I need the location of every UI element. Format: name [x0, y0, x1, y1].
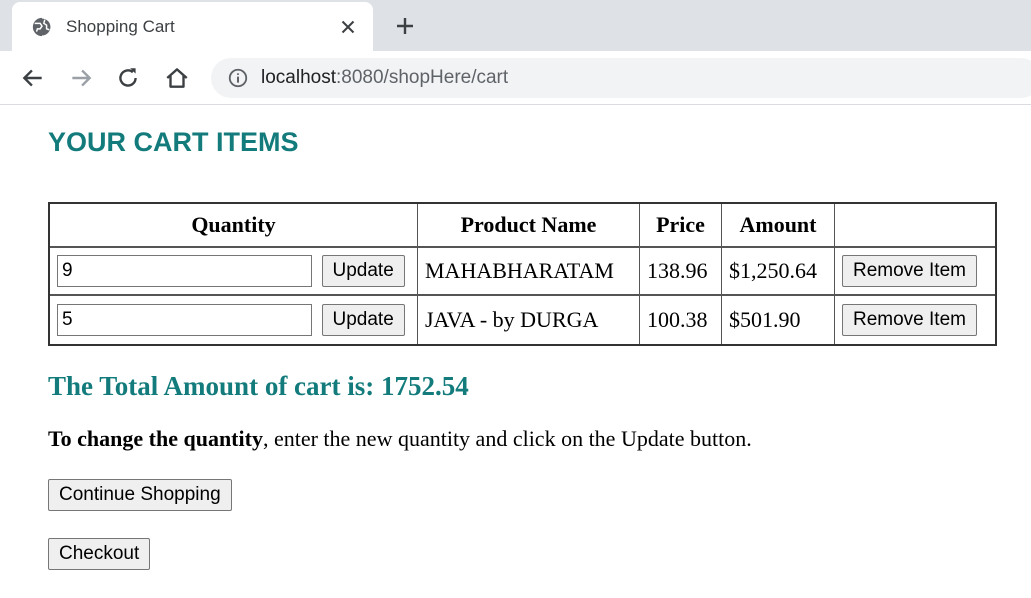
page-title: YOUR CART ITEMS [48, 127, 299, 157]
table-header-row: Quantity Product Name Price Amount [50, 204, 995, 248]
plus-icon[interactable] [393, 14, 417, 38]
close-icon[interactable] [337, 16, 359, 38]
forward-arrow-icon[interactable] [68, 65, 94, 91]
instruction-bold: To change the quantity [48, 426, 263, 451]
url-text: localhost:8080/shopHere/cart [261, 67, 508, 89]
info-icon[interactable] [227, 67, 249, 89]
page-content: YOUR CART ITEMS Quantity Product Name Pr… [0, 106, 1031, 598]
reload-icon[interactable] [115, 65, 141, 91]
price-cell: 100.38 [640, 296, 722, 344]
instruction-rest: , enter the new quantity and click on th… [262, 426, 752, 451]
header-quantity: Quantity [50, 204, 418, 248]
remove-item-button[interactable]: Remove Item [842, 304, 977, 336]
tab-title: Shopping Cart [66, 17, 175, 36]
quantity-input[interactable] [57, 255, 312, 287]
remove-item-button[interactable]: Remove Item [842, 255, 977, 287]
browser-tab[interactable]: Shopping Cart [12, 2, 373, 51]
table-row: Update MAHABHARATAM 138.96 $1,250.64 Rem… [50, 248, 995, 296]
instruction-text: To change the quantity, enter the new qu… [48, 425, 752, 453]
header-product-name: Product Name [418, 204, 640, 248]
quantity-cell: Update [50, 248, 418, 296]
address-bar[interactable]: localhost:8080/shopHere/cart [211, 58, 1031, 98]
home-icon[interactable] [164, 65, 190, 91]
globe-icon [32, 17, 52, 37]
amount-cell: $501.90 [722, 296, 835, 344]
price-cell: 138.96 [640, 248, 722, 296]
browser-toolbar: localhost:8080/shopHere/cart [0, 51, 1031, 105]
url-host: localhost [261, 67, 336, 88]
update-button[interactable]: Update [321, 304, 405, 336]
amount-cell: $1,250.64 [722, 248, 835, 296]
continue-shopping-button[interactable]: Continue Shopping [48, 479, 232, 511]
back-arrow-icon[interactable] [20, 65, 46, 91]
header-amount: Amount [722, 204, 835, 248]
quantity-input[interactable] [57, 304, 312, 336]
header-price: Price [640, 204, 722, 248]
action-cell: Remove Item [835, 248, 995, 296]
update-button[interactable]: Update [321, 255, 405, 287]
header-action [835, 204, 995, 248]
checkout-button[interactable]: Checkout [48, 538, 151, 570]
action-cell: Remove Item [835, 296, 995, 344]
cart-table: Quantity Product Name Price Amount Updat… [48, 202, 997, 346]
quantity-cell: Update [50, 296, 418, 344]
product-name-cell: MAHABHARATAM [418, 248, 640, 296]
product-name-cell: JAVA - by DURGA [418, 296, 640, 344]
cart-total-heading: The Total Amount of cart is: 1752.54 [48, 371, 469, 401]
url-path: :8080/shopHere/cart [336, 67, 509, 88]
tab-strip: Shopping Cart [0, 0, 1031, 51]
table-row: Update JAVA - by DURGA 100.38 $501.90 Re… [50, 296, 995, 344]
